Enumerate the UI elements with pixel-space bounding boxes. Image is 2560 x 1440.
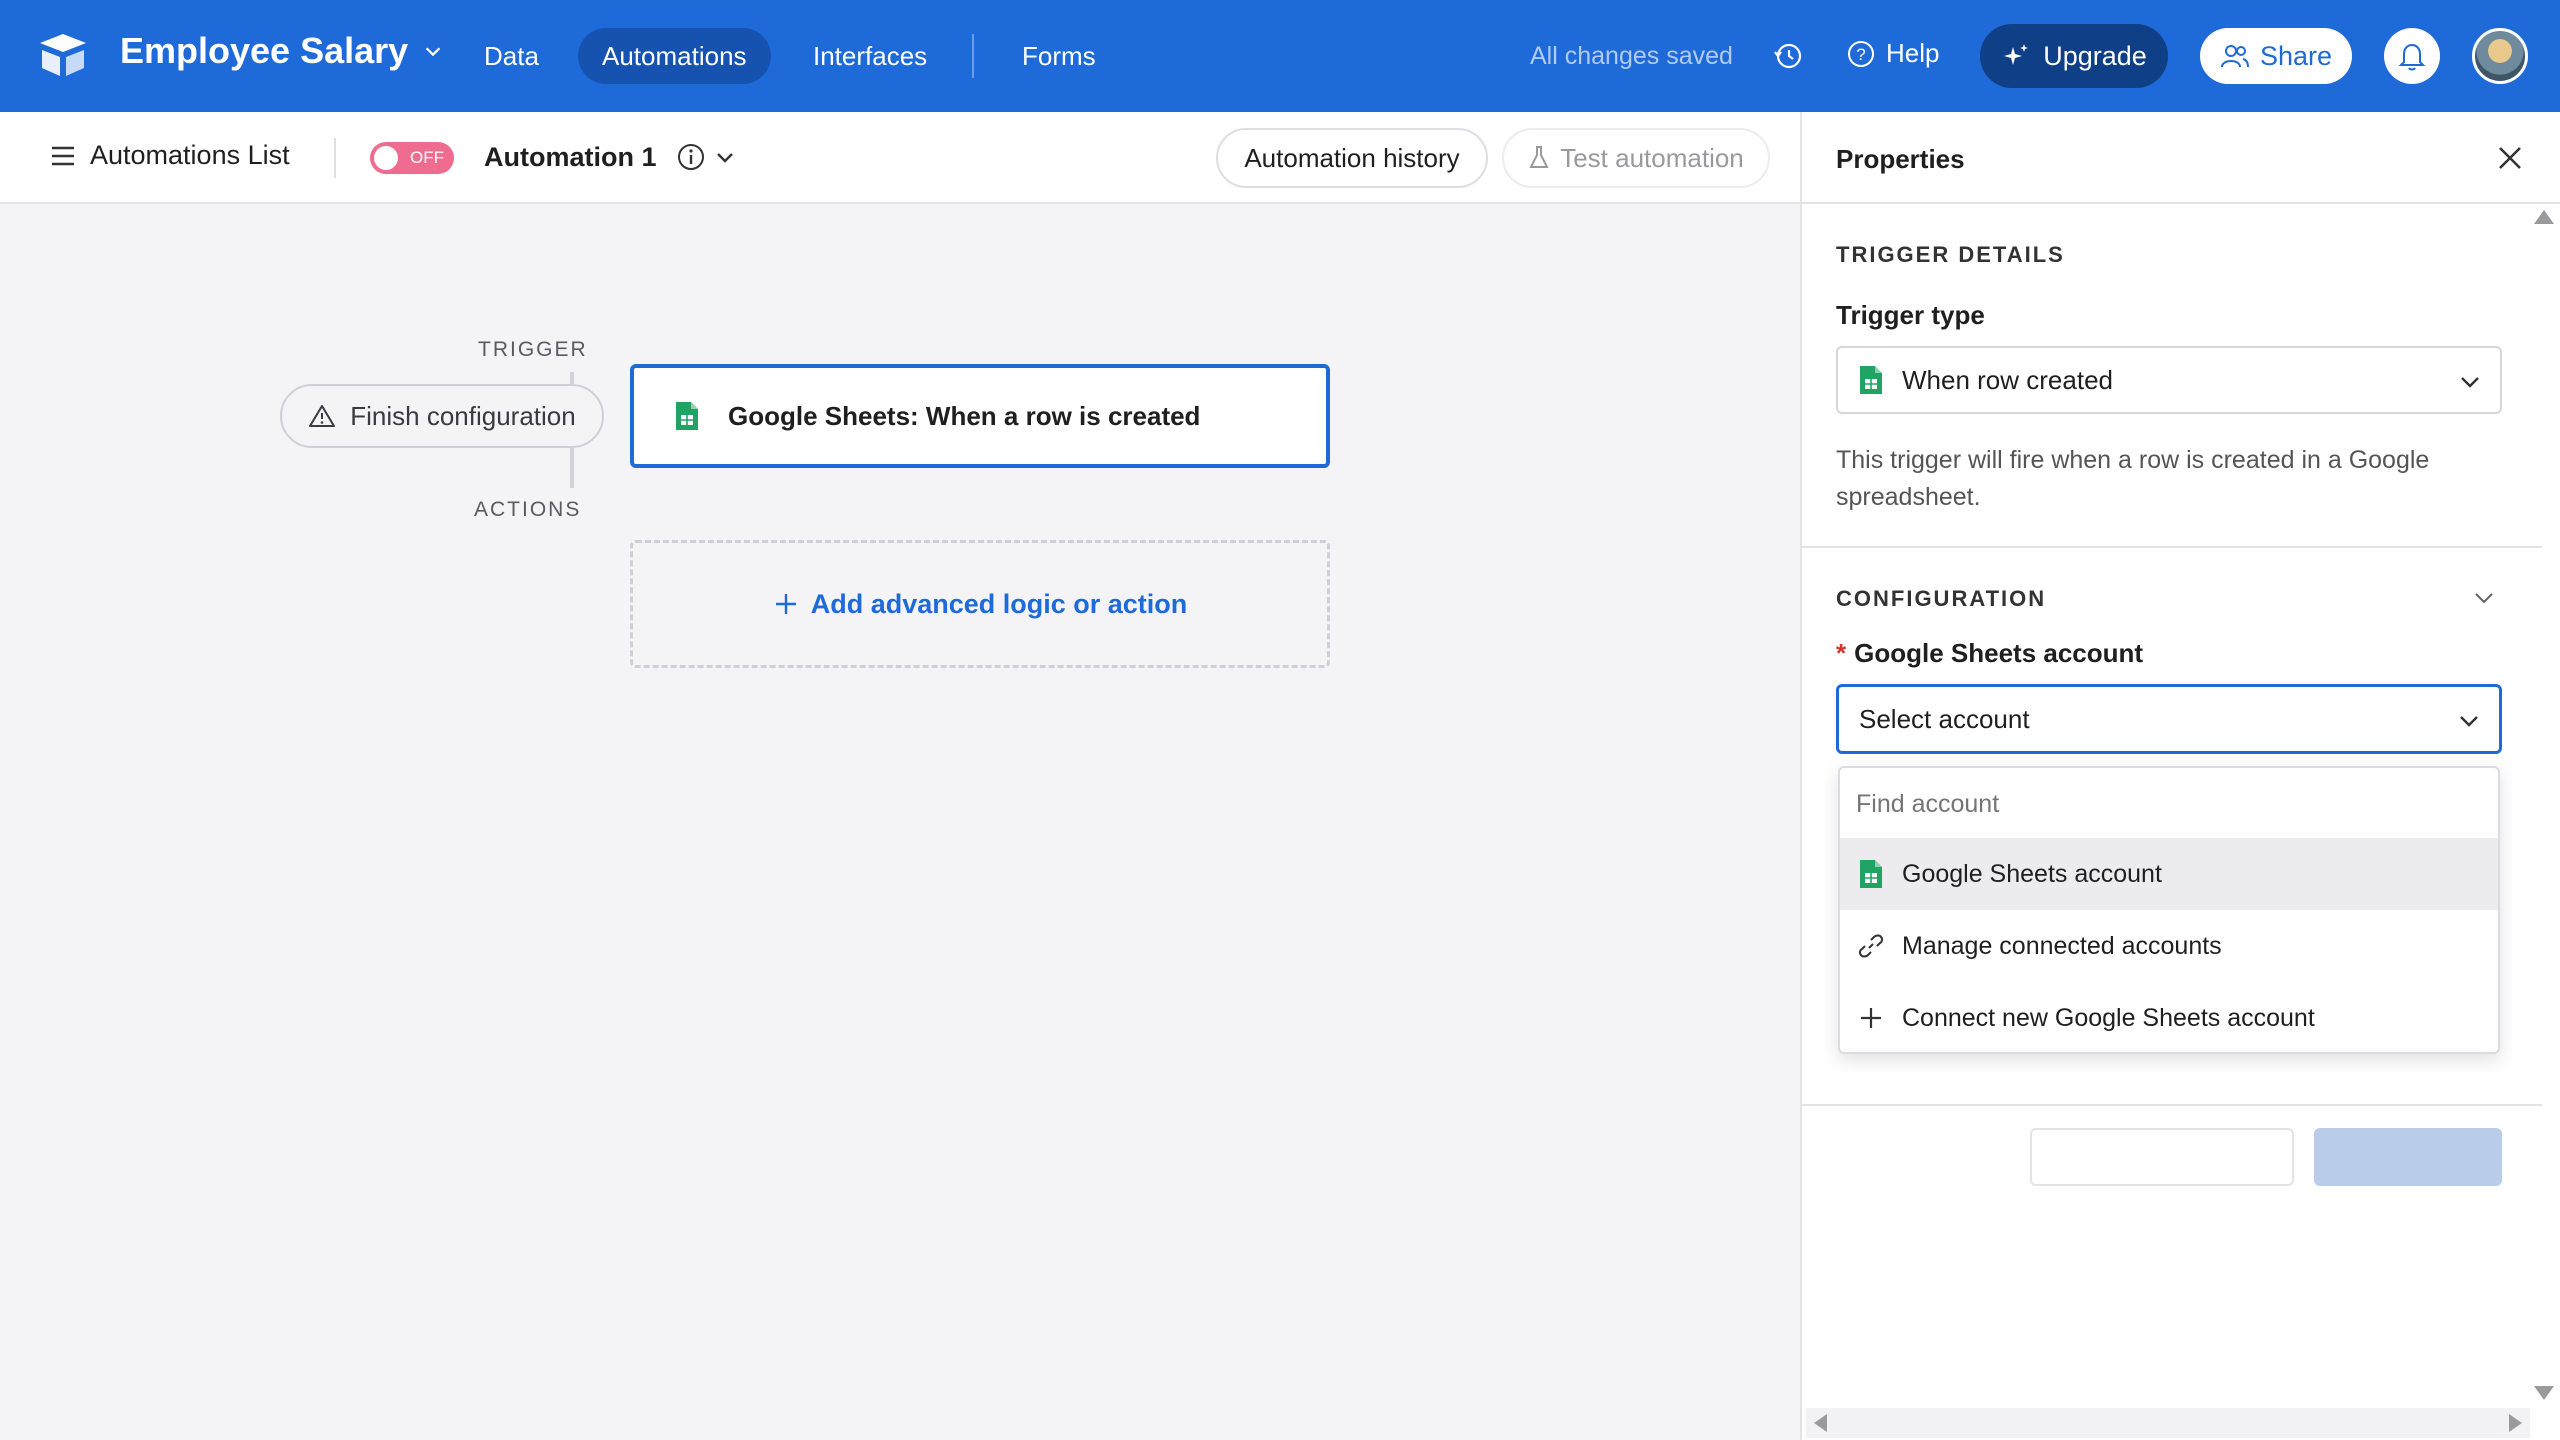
app-logo-icon[interactable] [36,30,90,80]
share-label: Share [2259,40,2333,71]
properties-panel: Properties TRIGGER DETAILS Trigger type … [1800,112,2560,1440]
plus-icon [1861,1008,1881,1028]
info-icon [678,144,704,170]
save-status: All changes saved [1530,42,1733,70]
tab-data[interactable]: Data [460,28,563,84]
section-divider [1802,1104,2542,1106]
scroll-up-arrow[interactable] [2534,210,2554,224]
base-title: Employee Salary [120,30,409,71]
horizontal-scrollbar[interactable] [1806,1408,2530,1438]
required-marker: * [1836,638,1847,668]
automation-toolbar: Automations List OFF Automation 1 Automa… [0,112,1800,204]
configuration-heading: CONFIGURATION [1836,586,2047,611]
connector-line [570,446,574,488]
trigger-description: This trigger will fire when a row is cre… [1836,446,2430,511]
warning-icon [309,405,336,427]
trigger-card[interactable]: Google Sheets: When a row is created [630,364,1330,468]
trigger-card-label: Google Sheets: When a row is created [728,400,1201,431]
scroll-down-arrow[interactable] [2534,1386,2554,1400]
confirm-button-obscured [2314,1128,2502,1186]
chevron-down-icon [717,153,733,163]
chevron-down-icon [2460,716,2478,727]
finish-configuration-badge[interactable]: Finish configuration [280,384,604,448]
trigger-details-heading: TRIGGER DETAILS [1836,242,2065,267]
people-icon [2220,45,2249,68]
google-sheets-icon [1860,860,1882,888]
panel-title: Properties [1836,144,1965,174]
trigger-type-select[interactable]: When row created [1836,346,2502,414]
top-navigation-bar: Employee Salary Data Automations Interfa… [0,0,2560,112]
trigger-section-label: TRIGGER [478,338,588,361]
dropdown-item-label: Google Sheets account [1902,859,2162,888]
dropdown-item-label: Connect new Google Sheets account [1902,1003,2315,1032]
cancel-button-obscured [2030,1128,2294,1186]
account-dropdown: Google Sheets account Manage connected a… [1838,766,2500,1054]
automation-canvas: TRIGGER Finish configuration Google Shee… [0,204,1800,1440]
history-icon[interactable] [1772,40,1804,72]
help-icon: ? [1848,40,1874,67]
test-automation-button[interactable]: Test automation [1502,128,1770,188]
help-label: Help [1886,38,1940,68]
automation-history-button[interactable]: Automation history [1216,128,1488,188]
base-title-menu[interactable]: Employee Salary [120,30,444,72]
actions-section-label: ACTIONS [474,498,582,521]
account-select[interactable]: Select account [1836,684,2502,754]
panel-header: Properties [1802,112,2560,204]
dropdown-item-label: Manage connected accounts [1902,931,2222,960]
notifications-button[interactable] [2384,28,2440,84]
hamburger-menu-icon [52,146,74,165]
user-avatar[interactable] [2472,28,2528,84]
add-action-button[interactable]: Add advanced logic or action [630,540,1330,668]
tab-interfaces[interactable]: Interfaces [789,28,951,84]
account-select-placeholder: Select account [1859,703,2030,734]
dropdown-item-connect-new-account[interactable]: Connect new Google Sheets account [1840,982,2498,1054]
trigger-type-label: Trigger type [1836,300,1985,330]
toolbar-divider [334,138,336,178]
chevron-down-icon[interactable] [2472,586,2496,610]
share-button[interactable]: Share [2200,28,2352,84]
dropdown-item-manage-accounts[interactable]: Manage connected accounts [1840,910,2498,982]
tab-automations[interactable]: Automations [578,28,771,84]
add-action-label: Add advanced logic or action [810,588,1188,619]
automations-list-button[interactable]: Automations List [50,140,290,171]
find-account-input[interactable] [1856,790,2476,819]
close-icon[interactable] [2492,140,2528,176]
bell-icon [2398,43,2426,71]
section-divider [1802,546,2542,548]
google-sheets-icon [1860,366,1882,394]
trigger-type-value: When row created [1902,364,2113,395]
tab-forms[interactable]: Forms [998,28,1120,84]
finish-configuration-label: Finish configuration [350,400,576,431]
flask-icon [1529,146,1549,168]
automation-info-button[interactable] [676,142,736,172]
google-sheets-icon [676,402,698,430]
automation-name[interactable]: Automation 1 [484,142,657,173]
upgrade-label: Upgrade [2043,40,2147,71]
svg-text:?: ? [1856,45,1865,64]
automations-list-label: Automations List [90,140,290,170]
chevron-down-icon [2461,377,2479,388]
plus-icon [775,594,796,614]
account-label: Google Sheets account [1854,638,2144,668]
link-icon [1858,934,1884,958]
scroll-right-arrow[interactable] [2509,1414,2522,1432]
dropdown-item-google-sheets-account[interactable]: Google Sheets account [1840,838,2498,910]
chevron-down-icon [425,47,441,57]
upgrade-button[interactable]: Upgrade [1980,24,2168,88]
scroll-left-arrow[interactable] [1814,1414,1827,1432]
help-button[interactable]: ? Help [1846,38,1939,69]
sparkle-icon [2004,44,2029,65]
automation-toggle[interactable]: OFF [370,142,454,174]
nav-divider [972,34,974,78]
account-field-label: * Google Sheets account [1836,638,2143,669]
test-automation-label: Test automation [1560,142,1744,173]
